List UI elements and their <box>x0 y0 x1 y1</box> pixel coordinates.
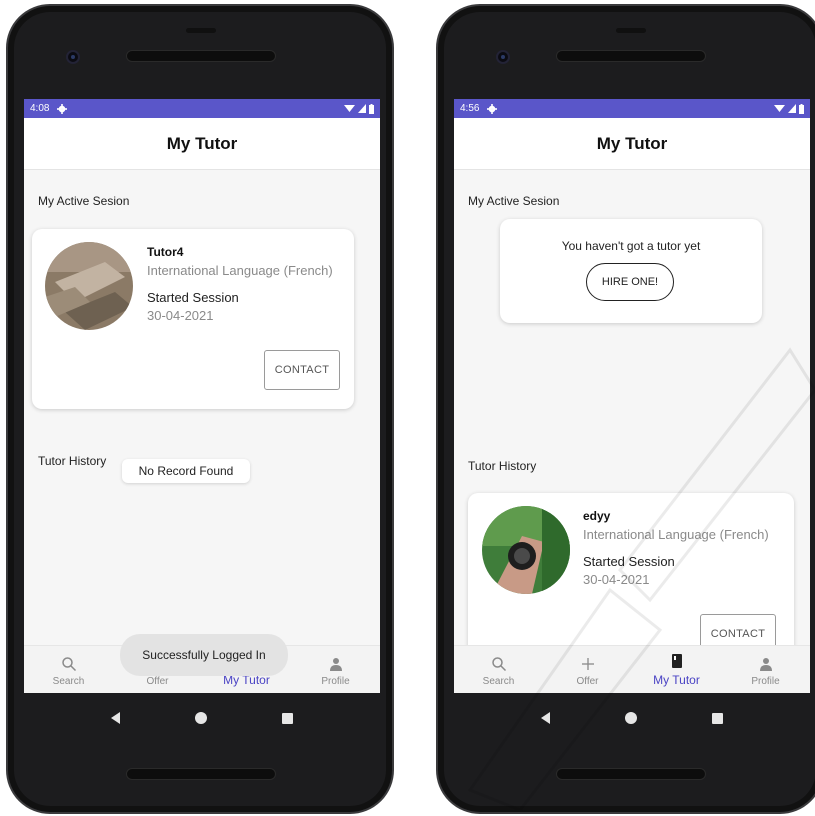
bottom-speaker <box>126 768 276 780</box>
plus-icon <box>581 658 594 670</box>
back-icon[interactable] <box>111 712 121 724</box>
recents-icon[interactable] <box>711 712 723 724</box>
content: My Active Sesion Tutor4 International La… <box>24 170 380 644</box>
back-icon[interactable] <box>541 712 551 724</box>
home-icon[interactable] <box>624 712 637 724</box>
nav-search[interactable]: Search <box>454 646 543 693</box>
system-nav <box>24 703 380 733</box>
active-session-label: My Active Sesion <box>468 194 560 208</box>
nav-profile[interactable]: Profile <box>721 646 810 693</box>
earpiece <box>126 50 276 62</box>
nav-label-search: Search <box>482 676 515 687</box>
front-camera <box>496 50 510 64</box>
content: My Active Sesion You haven't got a tutor… <box>454 170 810 673</box>
phone-right: 4:56 My Tutor My Active Sesion You haven… <box>436 4 815 814</box>
book-icon <box>671 654 682 668</box>
earpiece <box>556 50 706 62</box>
status-time: 4:56 <box>460 103 480 114</box>
avatar-image <box>45 242 133 330</box>
avatar <box>482 506 570 594</box>
gear-icon <box>57 103 68 114</box>
screen-left: 4:08 My Tutor My Active Sesion Tutor4 In… <box>24 99 380 693</box>
status-icons <box>344 103 374 114</box>
nav-label-profile: Profile <box>751 676 780 687</box>
search-icon <box>491 657 506 672</box>
phone-left: 4:08 My Tutor My Active Sesion Tutor4 In… <box>6 4 394 814</box>
status-bar: 4:08 <box>24 99 380 118</box>
hire-button[interactable]: HIRE ONE! <box>586 263 674 301</box>
nav-label-my-tutor: My Tutor <box>653 673 700 687</box>
app-header: My Tutor <box>454 118 810 170</box>
bottom-nav: Search Offer My Tutor Profile <box>454 645 810 693</box>
no-tutor-message: You haven't got a tutor yet <box>561 239 701 253</box>
nav-label-profile: Profile <box>321 676 350 687</box>
tutor-name: edyy <box>583 509 611 523</box>
started-session-label: Started Session <box>147 290 239 305</box>
nav-offer[interactable]: Offer <box>543 646 632 693</box>
status-time: 4:08 <box>30 103 50 114</box>
tutor-subject: International Language (French) <box>583 527 769 542</box>
battery-icon <box>799 103 804 114</box>
started-session-label: Started Session <box>583 554 675 569</box>
top-speaker <box>186 28 216 33</box>
system-nav <box>454 703 810 733</box>
battery-icon <box>369 103 374 114</box>
bottom-speaker <box>556 768 706 780</box>
nav-my-tutor[interactable]: My Tutor <box>632 646 721 693</box>
stage: 4:08 My Tutor My Active Sesion Tutor4 In… <box>0 0 815 816</box>
no-record-message: No Record Found <box>122 459 250 483</box>
session-date: 30-04-2021 <box>583 572 650 587</box>
active-session-label: My Active Sesion <box>38 194 130 208</box>
top-speaker <box>616 28 646 33</box>
wifi-icon <box>774 105 785 112</box>
signal-icon <box>788 104 796 113</box>
contact-button[interactable]: CONTACT <box>264 350 340 390</box>
front-camera <box>66 50 80 64</box>
signal-icon <box>358 104 366 113</box>
recents-icon[interactable] <box>281 712 293 724</box>
person-icon <box>329 658 342 671</box>
page-title: My Tutor <box>596 133 668 153</box>
tutor-subject: International Language (French) <box>147 263 333 278</box>
screen-right: 4:56 My Tutor My Active Sesion You haven… <box>454 99 810 693</box>
active-session-card[interactable]: Tutor4 International Language (French) S… <box>32 229 354 409</box>
no-tutor-card: You haven't got a tutor yet HIRE ONE! <box>500 219 762 323</box>
status-icons <box>774 103 804 114</box>
search-icon <box>61 657 76 672</box>
nav-profile[interactable]: Profile <box>291 646 380 693</box>
page-title: My Tutor <box>166 133 238 153</box>
nav-label-offer: Offer <box>576 676 599 687</box>
app-header: My Tutor <box>24 118 380 170</box>
nav-label-offer: Offer <box>146 676 169 687</box>
toast-message: Successfully Logged In <box>120 634 288 676</box>
nav-search[interactable]: Search <box>24 646 113 693</box>
home-icon[interactable] <box>194 712 207 724</box>
avatar <box>45 242 133 330</box>
tutor-name: Tutor4 <box>147 245 184 259</box>
gear-icon <box>487 103 498 114</box>
person-icon <box>759 658 772 671</box>
avatar-image <box>482 506 570 594</box>
nav-label-search: Search <box>52 676 85 687</box>
wifi-icon <box>344 105 355 112</box>
status-bar: 4:56 <box>454 99 810 118</box>
tutor-history-label: Tutor History <box>38 454 107 468</box>
tutor-history-label: Tutor History <box>468 459 537 473</box>
session-date: 30-04-2021 <box>147 308 214 323</box>
